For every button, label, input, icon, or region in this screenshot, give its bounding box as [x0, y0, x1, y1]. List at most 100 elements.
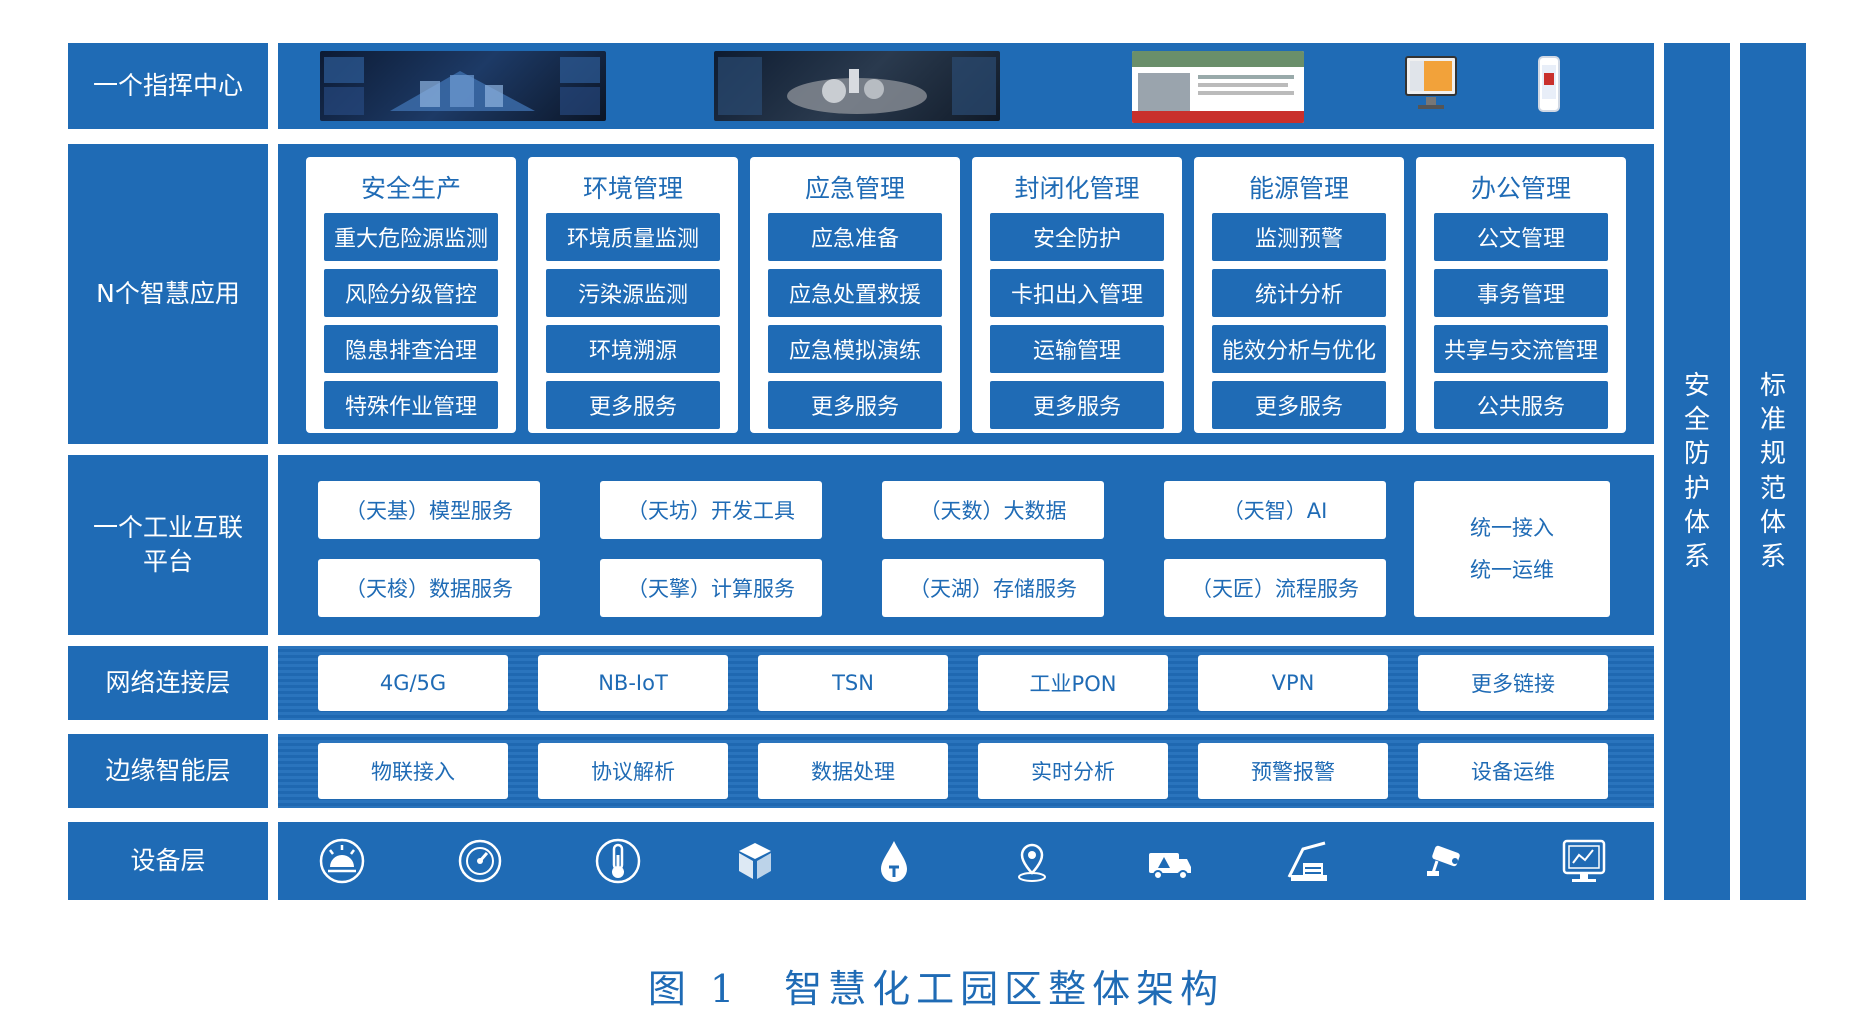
- platform-service-box: （天湖）存储服务: [882, 559, 1104, 617]
- app-card: 办公管理公文管理事务管理共享与交流管理 公共服务: [1416, 157, 1626, 433]
- app-service-item: 环境质量监测: [546, 213, 720, 261]
- app-card: 安全生产重大危险源监测 风险分级管控 隐患排查治理 特殊作业管理: [306, 157, 516, 433]
- app-service-item: 环境溯源: [546, 325, 720, 373]
- platform-service-box: （天智）AI: [1164, 481, 1386, 539]
- network-link-box: 4G/5G: [318, 655, 508, 711]
- platform-label-line2: 平台: [142, 547, 193, 576]
- platform-service-box: （天坊）开发工具: [600, 481, 822, 539]
- app-service-item: 能效分析与优化: [1212, 325, 1386, 373]
- standards-system-char: 规: [1759, 439, 1786, 470]
- location-pin-icon: [1008, 837, 1056, 885]
- app-service-item: 事务管理: [1434, 269, 1608, 317]
- unified-access: 统一接入: [1470, 516, 1554, 540]
- monitor-terminal-icon: [1560, 837, 1608, 885]
- network-link-box: 工业PON: [978, 655, 1168, 711]
- standards-system-char: 系: [1759, 542, 1786, 573]
- mobile-phone-icon: [1536, 55, 1562, 113]
- web-portal-screenshot: [1132, 51, 1304, 123]
- app-card: 应急管理应急准备应急处置救援 应急模拟演练 更多服务: [750, 157, 960, 433]
- crane-icon: [1283, 837, 1331, 885]
- standards-system-char: 准: [1759, 404, 1786, 435]
- figure-caption: 图 1 智慧化工园区整体架构: [647, 967, 1225, 1011]
- app-service-item: 污染源监测: [546, 269, 720, 317]
- app-service-item: 共享与交流管理: [1434, 325, 1608, 373]
- unified-access-ops-box: 统一接入 统一运维: [1414, 481, 1610, 617]
- web-portal-graphic: [1132, 51, 1304, 123]
- security-system-char: 全: [1683, 404, 1710, 435]
- app-card-title: 能源管理: [1248, 174, 1349, 203]
- app-service-item: 公文管理: [1434, 213, 1608, 261]
- app-service-item: 特殊作业管理: [324, 381, 498, 429]
- row-label-industrial-platform: 一个工业互联 平台: [68, 455, 268, 635]
- standards-system-char: 范: [1759, 473, 1786, 504]
- network-link-box: NB-IoT: [538, 655, 728, 711]
- gauge-icon: [456, 837, 504, 885]
- app-service-item: 隐患排查治理: [324, 325, 498, 373]
- security-system-char: 护: [1683, 473, 1710, 504]
- app-service-item: 重大危险源监测: [324, 213, 498, 261]
- app-card-title: 封闭化管理: [1014, 174, 1140, 203]
- app-service-item: 应急准备: [768, 213, 942, 261]
- dashboard-screenshot-1: [320, 51, 606, 121]
- platform-service-box: （天梭）数据服务: [318, 559, 540, 617]
- security-system-char: 安: [1683, 370, 1710, 401]
- cube-package-icon: [731, 837, 779, 885]
- sun-sensor-icon: [318, 837, 366, 885]
- security-camera-icon: [1421, 837, 1469, 885]
- security-system-char: 防: [1683, 439, 1710, 470]
- app-card-title: 环境管理: [582, 174, 683, 203]
- row-label-device: 设备层: [68, 822, 268, 900]
- app-service-item: 更多服务: [546, 381, 720, 429]
- platform-service-box: （天匠）流程服务: [1164, 559, 1386, 617]
- edge-function-box: 预警报警: [1198, 743, 1388, 799]
- platform-service-box: （天基）模型服务: [318, 481, 540, 539]
- app-card: 能源管理监测预警统计分析能效分析与优化 更多服务: [1194, 157, 1404, 433]
- standards-system-char: 标: [1759, 370, 1786, 401]
- platform-service-box: （天数）大数据: [882, 481, 1104, 539]
- app-card: 封闭化管理安全防护卡扣出入管理 运输管理更多服务: [972, 157, 1182, 433]
- app-service-item: 公共服务: [1434, 381, 1608, 429]
- network-link-box: TSN: [758, 655, 948, 711]
- security-system-column: 安全防护体系: [1664, 43, 1730, 900]
- unified-ops: 统一运维: [1470, 558, 1554, 582]
- app-service-item: 更多服务: [1212, 381, 1386, 429]
- truck-alert-icon: [1145, 837, 1193, 885]
- row-label-smart-apps: N个智慧应用: [68, 144, 268, 444]
- row-label-network: 网络连接层: [68, 646, 268, 720]
- water-drop-icon: [870, 837, 918, 885]
- command-center-panel: [278, 43, 1654, 129]
- app-service-item: 安全防护: [990, 213, 1164, 261]
- app-card: 环境管理环境质量监测 污染源监测环境溯源更多服务: [528, 157, 738, 433]
- network-link-box: VPN: [1198, 655, 1388, 711]
- row-label-edge: 边缘智能层: [68, 734, 268, 808]
- edge-function-box: 物联接入: [318, 743, 508, 799]
- dashboard-2-graphic: [718, 57, 996, 115]
- app-service-item: 监测预警: [1212, 213, 1386, 261]
- app-card-title: 安全生产: [360, 174, 461, 203]
- security-system-char: 体: [1683, 507, 1710, 538]
- app-card-title: 办公管理: [1470, 174, 1571, 203]
- platform-service-box: （天擎）计算服务: [600, 559, 822, 617]
- app-service-item: 运输管理: [990, 325, 1164, 373]
- dashboard-1-graphic: [324, 57, 600, 115]
- row-label-command-center: 一个指挥中心: [68, 43, 268, 129]
- platform-label-line1: 一个工业互联: [92, 513, 243, 543]
- app-card-title: 应急管理: [804, 174, 905, 203]
- app-service-item: 风险分级管控: [324, 269, 498, 317]
- app-service-item: 应急处置救援: [768, 269, 942, 317]
- app-service-item: 卡扣出入管理: [990, 269, 1164, 317]
- edge-function-box: 设备运维: [1418, 743, 1608, 799]
- app-service-item: 更多服务: [990, 381, 1164, 429]
- network-link-box: 更多链接: [1418, 655, 1608, 711]
- edge-function-box: 协议解析: [538, 743, 728, 799]
- standards-system-column: 标准规范体系: [1740, 43, 1806, 900]
- app-service-item: 更多服务: [768, 381, 942, 429]
- dashboard-screenshot-2: [714, 51, 1000, 121]
- edge-function-box: 数据处理: [758, 743, 948, 799]
- thermometer-icon: [594, 837, 642, 885]
- standards-system-char: 体: [1759, 507, 1786, 538]
- app-service-item: 统计分析: [1212, 269, 1386, 317]
- security-system-char: 系: [1683, 542, 1710, 573]
- app-service-item: 应急模拟演练: [768, 325, 942, 373]
- desktop-monitor-icon: [1404, 55, 1458, 113]
